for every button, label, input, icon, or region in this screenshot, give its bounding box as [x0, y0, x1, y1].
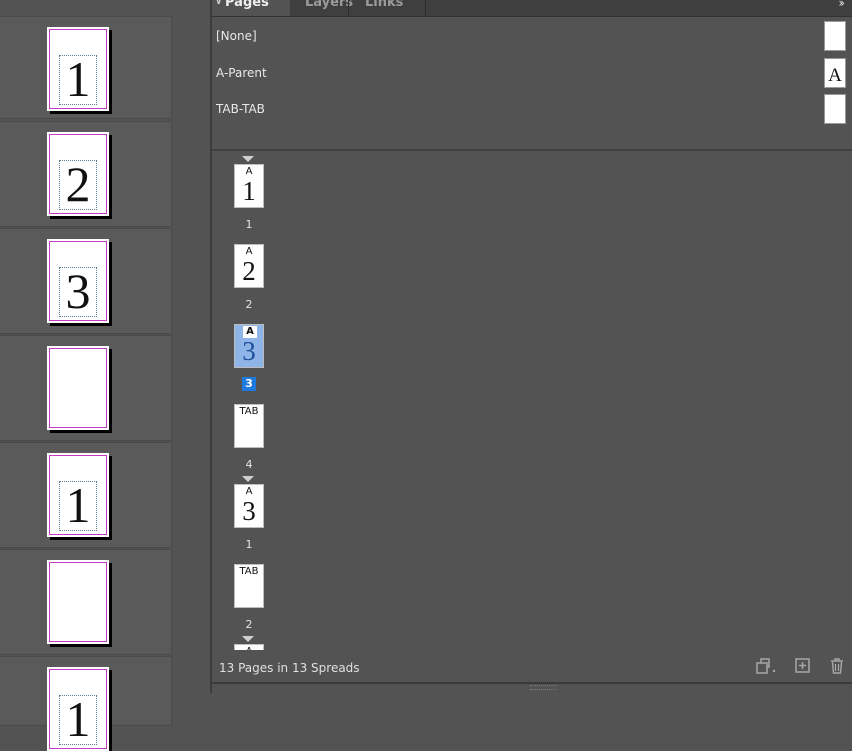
- tab-label: Links: [365, 0, 404, 10]
- panel-bottom-border: [212, 682, 852, 684]
- page-number-label-selected: 3: [234, 377, 264, 391]
- canvas-spread[interactable]: [0, 549, 172, 655]
- canvas-page[interactable]: 1: [47, 667, 109, 751]
- collapse-chevron-icon[interactable]: ∨: [215, 0, 222, 10]
- panel-resize-grip[interactable]: [530, 685, 556, 690]
- canvas-page[interactable]: 2: [47, 132, 109, 216]
- page-number-label: 1: [245, 538, 253, 551]
- tab-separator: [348, 0, 349, 16]
- margin-guide: [49, 348, 107, 428]
- spread-start-marker-icon: [242, 636, 254, 642]
- tab-separator: [425, 0, 426, 16]
- parent-row-a-parent[interactable]: A-Parent A: [212, 58, 852, 88]
- margin-guide: [49, 562, 107, 642]
- page-number-text: 3: [65, 263, 91, 319]
- page-thumbnail-selected[interactable]: A 3: [234, 324, 264, 368]
- parent-thumbnail[interactable]: [824, 94, 846, 124]
- tab-layers[interactable]: Layers: [292, 0, 353, 16]
- tab-pages[interactable]: ∨ Pages: [212, 0, 290, 16]
- canvas-page[interactable]: 1: [47, 27, 109, 111]
- canvas-page[interactable]: 1: [47, 453, 109, 537]
- page-number-text: 2: [65, 156, 91, 212]
- page-thumbnail[interactable]: A 1: [234, 164, 264, 208]
- parent-row-tab-tab[interactable]: TAB-TAB: [212, 94, 852, 124]
- page-thumbnail[interactable]: TAB: [234, 564, 264, 608]
- document-canvas[interactable]: 1 2 3 1 1: [0, 0, 210, 751]
- page-number-text: 1: [65, 477, 91, 533]
- spread-start-marker-icon: [242, 156, 254, 162]
- page-number-label: 1: [245, 218, 253, 231]
- canvas-spread[interactable]: 2: [0, 121, 172, 227]
- parent-thumbnail[interactable]: A: [824, 58, 846, 88]
- panel-menu-icon[interactable]: ››: [838, 0, 844, 10]
- page-thumbnail[interactable]: A 2: [234, 244, 264, 288]
- page-number-label: 2: [245, 298, 253, 311]
- thumb-page-number: 1: [242, 176, 256, 206]
- canvas-spread[interactable]: [0, 335, 172, 441]
- page-thumbnail[interactable]: TAB: [234, 404, 264, 448]
- page-number-label: 2: [245, 618, 253, 631]
- parent-row-none[interactable]: [None]: [212, 21, 852, 51]
- tab-label: Layers: [305, 0, 354, 10]
- tab-links[interactable]: Links: [352, 0, 424, 16]
- page-number-label: 4: [245, 458, 253, 471]
- spread-start-marker-icon: [242, 476, 254, 482]
- canvas-spread[interactable]: 3: [0, 228, 172, 334]
- thumb-page-number: 2: [242, 256, 256, 286]
- parent-name: [None]: [216, 29, 257, 43]
- page-thumbnail[interactable]: A 3: [234, 484, 264, 528]
- canvas-page[interactable]: 3: [47, 239, 109, 323]
- canvas-page[interactable]: [47, 560, 109, 644]
- delete-page-icon[interactable]: [829, 657, 845, 675]
- edit-page-size-icon[interactable]: [755, 657, 779, 675]
- parent-name: A-Parent: [216, 66, 267, 80]
- thumb-page-number: 3: [242, 336, 256, 366]
- canvas-spread[interactable]: 1: [0, 442, 172, 548]
- page-count-status: 13 Pages in 13 Spreads: [219, 661, 360, 675]
- parent-pages-section: [None] A-Parent A TAB-TAB: [212, 17, 852, 149]
- panel-tab-bar: ∨ Pages Layers Links ››: [212, 0, 852, 17]
- new-page-icon[interactable]: [794, 657, 812, 675]
- parent-prefix: TAB: [239, 566, 259, 577]
- canvas-spread[interactable]: 1: [0, 656, 172, 751]
- panel-footer: 13 Pages in 13 Spreads: [212, 650, 852, 682]
- selected-page-number: 3: [242, 377, 256, 391]
- canvas-page[interactable]: [47, 346, 109, 430]
- page-number-text: 1: [65, 51, 91, 107]
- parent-name: TAB-TAB: [216, 102, 265, 116]
- thumb-page-number: 3: [242, 496, 256, 526]
- parent-thumbnail[interactable]: [824, 21, 846, 51]
- page-number-text: 1: [65, 691, 91, 747]
- document-pages-list[interactable]: A 1 1 A 2 2 A 3 3 TAB 4 A 3 1 TAB 2: [212, 151, 852, 650]
- tab-label: Pages: [225, 0, 269, 10]
- canvas-spread[interactable]: 1: [0, 16, 172, 119]
- pages-panel: ∨ Pages Layers Links ›› [None] A-Parent …: [210, 0, 852, 693]
- parent-prefix: TAB: [239, 406, 259, 417]
